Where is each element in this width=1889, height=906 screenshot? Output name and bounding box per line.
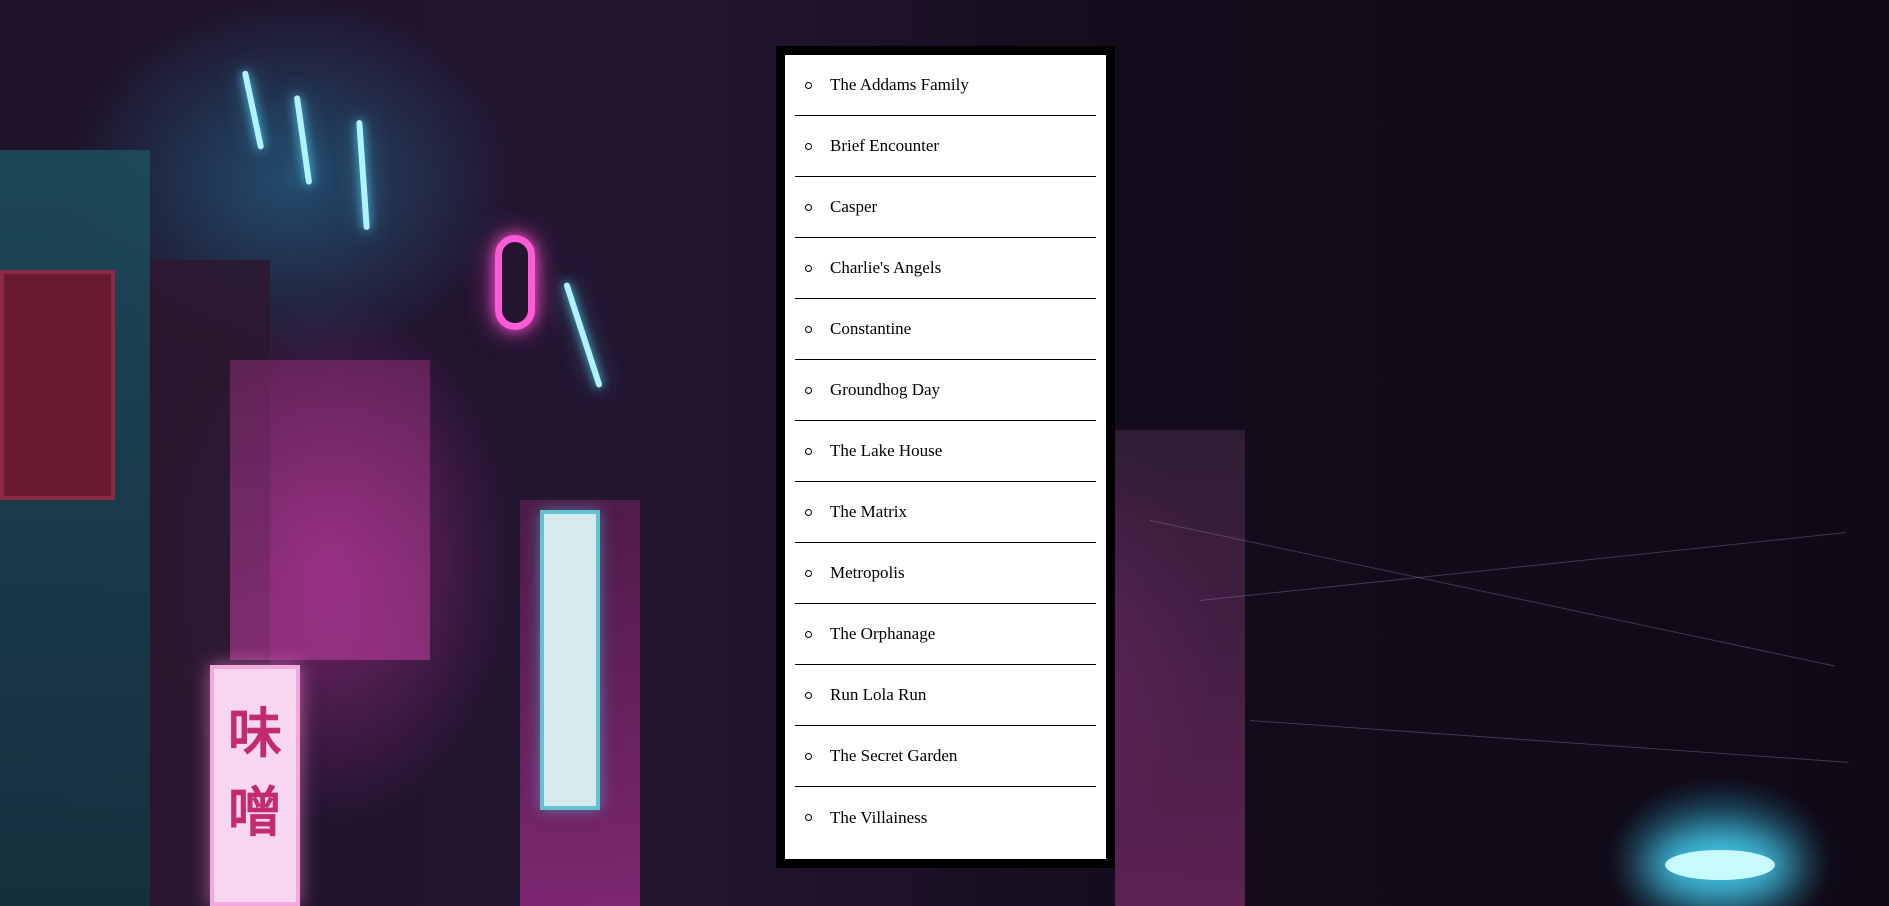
neon-sign-stroke (293, 95, 313, 185)
movie-title: Constantine (830, 319, 912, 338)
list-item[interactable]: Run Lola Run (795, 665, 1096, 726)
bullet-icon (805, 203, 812, 211)
list-item[interactable]: Brief Encounter (795, 116, 1096, 177)
bullet-icon (805, 569, 812, 577)
list-item[interactable]: The Addams Family (795, 55, 1096, 116)
list-item[interactable]: Metropolis (795, 543, 1096, 604)
list-item[interactable]: The Secret Garden (795, 726, 1096, 787)
street-light (1665, 850, 1775, 880)
list-item[interactable]: The Orphanage (795, 604, 1096, 665)
power-wire (1249, 720, 1849, 763)
bullet-icon (805, 752, 812, 760)
power-wire (1149, 520, 1835, 667)
bullet-icon (805, 386, 812, 394)
bullet-icon (805, 264, 812, 272)
movie-title: Brief Encounter (830, 136, 940, 155)
movie-title: The Villainess (830, 807, 928, 827)
list-item[interactable]: The Matrix (795, 482, 1096, 543)
neon-sign-stroke (356, 119, 370, 231)
bullet-icon (805, 630, 812, 638)
movie-title: Casper (830, 197, 878, 216)
movie-title: Metropolis (830, 563, 905, 582)
bullet-icon (805, 81, 812, 89)
movie-title: Groundhog Day (830, 380, 941, 399)
bullet-icon (805, 691, 812, 699)
movie-title: The Matrix (830, 502, 907, 521)
list-item[interactable]: Charlie's Angels (795, 238, 1096, 299)
building-left (0, 150, 150, 906)
movie-list-panel: The Addams Family Brief Encounter Casper… (776, 46, 1115, 868)
bullet-icon (805, 814, 812, 821)
building-pink-windows (230, 360, 430, 660)
sign-vertical-pink: 味噌 (210, 665, 300, 906)
neon-sign-stroke (241, 70, 265, 150)
list-item[interactable]: The Villainess (795, 787, 1096, 848)
neon-sign-pink (495, 235, 535, 330)
list-item[interactable]: Groundhog Day (795, 360, 1096, 421)
power-wire (1199, 532, 1847, 601)
movie-title: The Secret Garden (830, 746, 958, 765)
movie-title: Run Lola Run (830, 685, 927, 704)
list-item[interactable]: Constantine (795, 299, 1096, 360)
sign-vertical-teal (540, 510, 600, 810)
bullet-icon (805, 325, 812, 333)
sign-text: 味噌 (228, 702, 282, 844)
movie-title: The Addams Family (830, 75, 969, 94)
movie-title: The Orphanage (830, 624, 936, 643)
bullet-icon (805, 142, 812, 150)
list-item[interactable]: Casper (795, 177, 1096, 238)
movie-title: The Lake House (830, 441, 943, 460)
sign-dark-red (0, 270, 115, 500)
movie-list-container: The Addams Family Brief Encounter Casper… (785, 55, 1106, 859)
movie-list: The Addams Family Brief Encounter Casper… (795, 55, 1096, 848)
bullet-icon (805, 508, 812, 516)
bullet-icon (805, 447, 812, 455)
movie-title: Charlie's Angels (830, 258, 942, 277)
list-item[interactable]: The Lake House (795, 421, 1096, 482)
neon-sign-stroke (563, 281, 603, 389)
building-right (1115, 430, 1245, 906)
